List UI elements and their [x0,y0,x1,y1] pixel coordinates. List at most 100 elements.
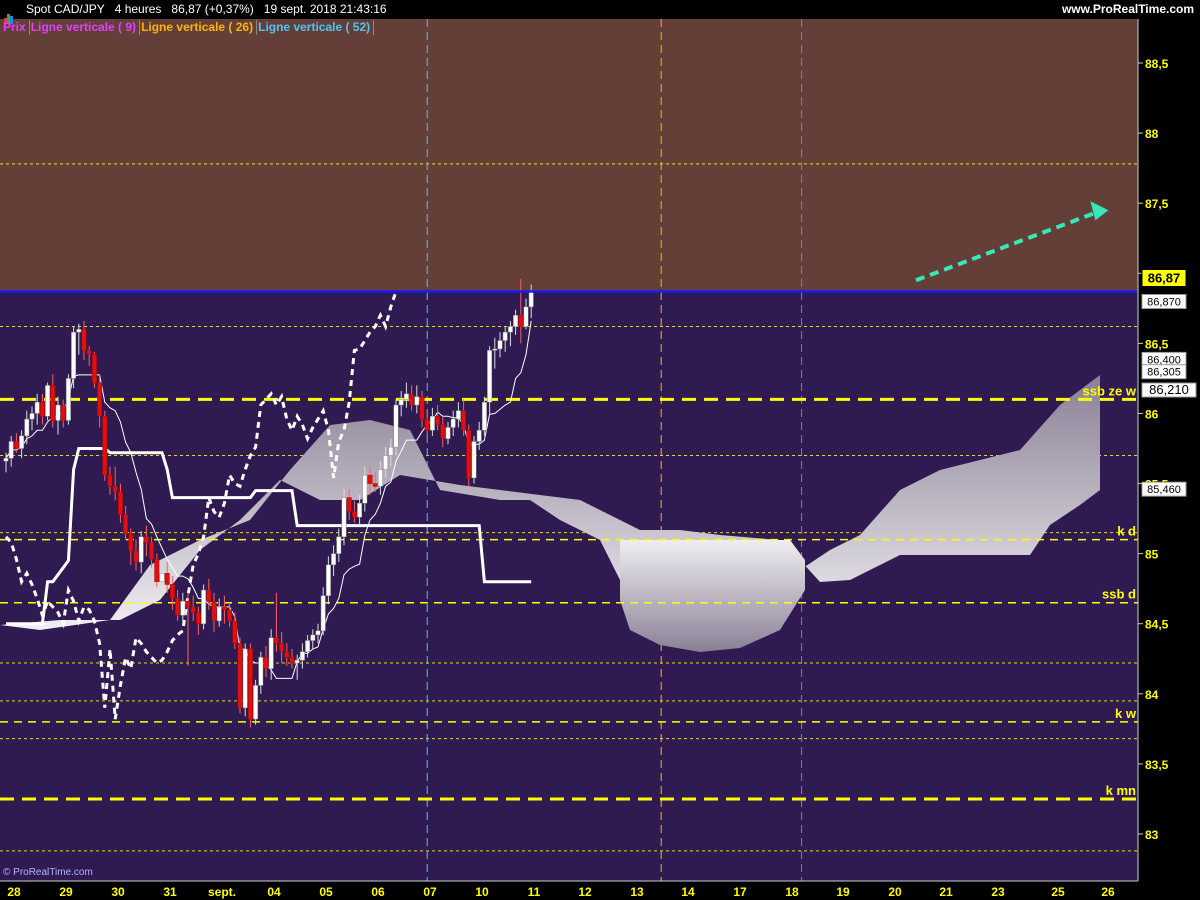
candle-body-94 [492,348,498,351]
candle-body-21 [112,486,118,493]
candle-body-54 [284,651,290,658]
candle-body-9 [50,385,56,421]
candle-body-82 [429,416,435,431]
level-label-1: k d [1117,524,1136,539]
legend-item-vline-9[interactable]: Ligne verticale ( 9) [30,20,141,35]
candle-body-50 [263,657,269,669]
level-label-4: k mn [1106,783,1136,798]
x-tick-label-0: 28 [7,885,21,899]
candle-body-10 [55,404,61,421]
candle-body-14 [76,329,82,333]
x-tick-label-13: 14 [681,885,695,899]
price-tag-label-3: 86,210 [1149,382,1189,397]
candle-body-7 [39,401,45,417]
datetime-label: 19 sept. 2018 21:43:16 [263,2,387,16]
candle-body-12 [65,378,71,421]
candle-body-75 [393,404,399,448]
candle-body-43 [227,609,233,622]
candle-body-101 [528,291,534,308]
x-tick-label-20: 25 [1051,885,1065,899]
symbol-label: Spot CAD/JPY [26,2,105,16]
x-tick-label-17: 20 [888,885,902,899]
y-tick-label-1: 83,5 [1145,758,1169,772]
x-tick-label-18: 21 [939,885,953,899]
legend-item-price[interactable]: Prix [2,20,30,35]
candle-body-27 [143,536,149,543]
candle-body-96 [502,331,508,341]
x-tick-label-5: 04 [267,885,281,899]
candle-body-90 [471,441,477,479]
candle-body-15 [81,329,87,351]
current-price-tag-label: 86,87 [1148,270,1181,285]
candle-body-11 [60,404,66,421]
legend-item-vline-26[interactable]: Ligne verticale ( 26) [140,20,258,35]
candle-body-36 [190,606,196,613]
candle-body-58 [305,640,311,653]
candle-body-67 [351,511,357,518]
y-tick-label-2: 84 [1145,688,1159,702]
candle-body-39 [206,589,212,602]
site-link[interactable]: www.ProRealTime.com [1062,0,1194,19]
price-tag-label-2: 86,305 [1147,367,1181,379]
candle-body-84 [440,424,446,439]
candle-body-13 [71,331,77,379]
x-axis: 28 29 30 31 sept. 04 05 06 07 10 11 12 13 14 17 18 19 20 2… [0,880,1200,900]
candle-body-8 [45,385,51,417]
candle-body-34 [180,601,186,616]
candle-body-37 [195,612,201,624]
y-tick-label-4: 85 [1145,548,1159,562]
level-label-0: ssb ze w [1083,383,1137,398]
candle-body-64 [336,536,342,554]
timeframe-label[interactable]: 4 heures [115,0,162,19]
candle-body-77 [403,393,409,400]
candle-body-63 [331,553,337,566]
copyright-label: © ProRealTime.com [3,867,93,878]
candle-body-2 [13,441,19,449]
candle-body-60 [315,630,321,636]
candle-body-20 [107,474,113,487]
y-axis: 8383,58484,58585,58686,58787,58888,586,8… [1137,19,1200,881]
candle-body-68 [357,502,363,518]
candle-body-33 [175,598,181,616]
candle-body-32 [169,584,175,599]
candle-body-83 [435,416,441,425]
y-tick-label-3: 84,5 [1145,618,1169,632]
candle-body-81 [424,418,430,431]
candle-body-30 [159,573,165,582]
candle-body-47 [247,648,253,720]
candle-body-74 [388,446,394,456]
candle-body-45 [237,643,243,709]
candle-body-40 [211,601,217,622]
top-bar: Spot CAD/JPY 4 heures 86,87 (+0,37%) 19 … [0,0,1200,24]
candle-body-98 [513,315,519,327]
candle-body-16 [86,350,92,355]
instrument-icon [4,5,14,24]
x-tick-label-3: 31 [163,885,177,899]
candle-body-51 [268,637,274,669]
candle-body-28 [149,542,155,560]
candle-body-52 [273,637,279,644]
y-tick-label-10: 88 [1145,127,1159,141]
x-tick-label-16: 19 [836,885,850,899]
price-tag-label-4: 85,460 [1147,484,1181,496]
level-label-2: ssb d [1102,587,1136,602]
candle-body-76 [398,399,404,406]
candle-body-57 [299,651,305,661]
x-tick-label-19: 23 [991,885,1005,899]
candle-body-78 [409,393,415,406]
candle-body-3 [19,435,25,449]
candle-body-59 [310,634,316,641]
candle-body-87 [455,410,461,420]
x-tick-label-12: 13 [630,885,644,899]
legend-item-vline-52[interactable]: Ligne verticale ( 52) [257,20,375,35]
candle-body-5 [29,413,35,420]
candle-body-18 [97,382,103,417]
candle-body-26 [138,536,144,563]
price-tag-label-0: 86,870 [1147,296,1181,308]
candle-body-55 [289,657,295,664]
indicator-legend: Prix Ligne verticale ( 9) Ligne vertical… [2,20,375,35]
candle-body-71 [372,483,378,487]
candle-body-53 [279,643,285,653]
candle-body-65 [341,497,347,538]
candle-body-0 [3,458,9,462]
